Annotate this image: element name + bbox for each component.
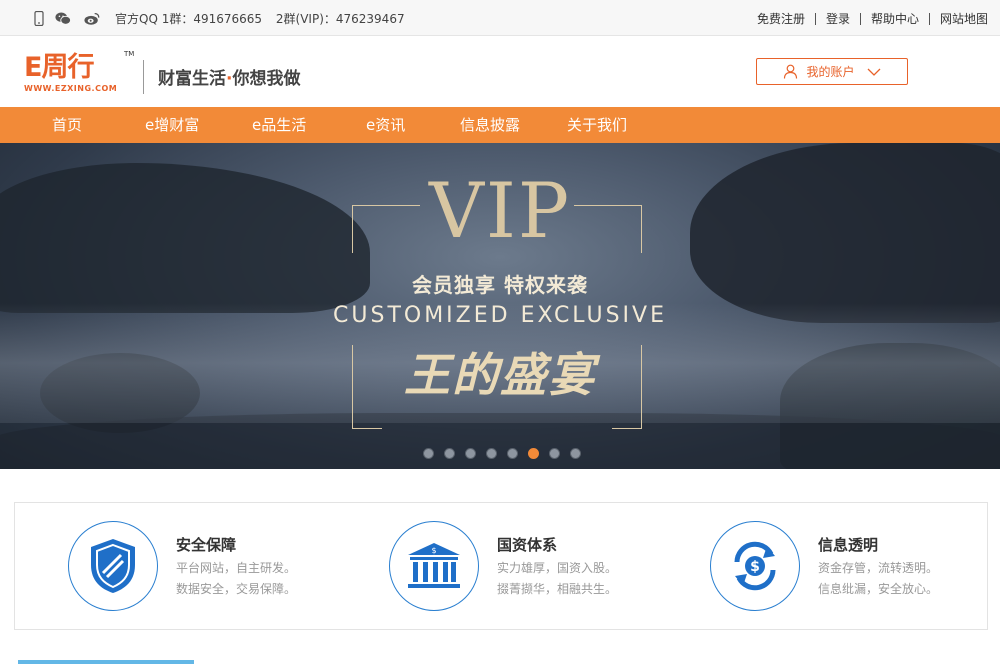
wechat-icon[interactable]: [55, 10, 71, 26]
banner-vip: VIP: [428, 166, 572, 255]
feature-desc: 资金存管，流转透明。: [818, 561, 939, 575]
divider: [814, 12, 816, 25]
feature-desc: 数据安全，交易保障。: [176, 582, 297, 596]
top-bar: 官方QQ 1群：491676665 2群(VIP)：476239467 免费注册…: [0, 0, 1000, 36]
help-center-link[interactable]: 帮助中心: [871, 10, 919, 27]
carousel-dot[interactable]: [570, 448, 581, 459]
logo[interactable]: E周行 TM WWW.EZXING.COM: [24, 50, 134, 98]
feature-title: 安全保障: [176, 536, 237, 554]
frame-line: [352, 428, 382, 429]
bank-icon: $: [389, 521, 479, 611]
nav-wealth[interactable]: e增财富: [145, 107, 199, 143]
carousel-dot[interactable]: [549, 448, 560, 459]
features-panel: 安全保障 平台网站，自主研发。 数据安全，交易保障。 $ 国资体系 实力雄厚，国…: [14, 502, 988, 630]
user-icon: [783, 64, 798, 79]
qq-group-1: 官方QQ 1群：491676665: [115, 12, 263, 26]
frame-line: [612, 428, 642, 429]
logo-trademark: TM: [124, 50, 135, 58]
nav-news[interactable]: e资讯: [366, 107, 405, 143]
logo-url: WWW.EZXING.COM: [24, 84, 118, 93]
banner-english: CUSTOMIZED EXCLUSIVE: [333, 303, 667, 328]
slogan: 财富生活·你想我做: [158, 64, 300, 89]
logo-divider: [143, 60, 144, 94]
feature-desc: 实力雄厚，国资入股。: [497, 561, 618, 575]
banner-tagline: 会员独享 特权来袭: [412, 273, 588, 297]
chevron-down-icon: [867, 68, 881, 76]
section-accent-bar: [18, 660, 194, 664]
feature-desc: 信息纰漏，安全放心。: [818, 582, 939, 596]
weibo-icon[interactable]: [84, 10, 100, 26]
svg-text:$: $: [750, 559, 760, 575]
nav-home[interactable]: 首页: [52, 107, 82, 143]
top-links: 免费注册 登录 帮助中心 网站地图: [757, 10, 988, 27]
nav-life[interactable]: e品生活: [252, 107, 306, 143]
slogan-right: 你想我做: [232, 69, 301, 89]
my-account-label: 我的账户: [806, 65, 855, 79]
sitemap-link[interactable]: 网站地图: [940, 10, 988, 27]
header: E周行 TM WWW.EZXING.COM 财富生活·你想我做 我的账户: [0, 36, 1000, 107]
mobile-icon[interactable]: [31, 10, 47, 26]
frame-line: [641, 205, 642, 253]
register-link[interactable]: 免费注册: [757, 10, 805, 27]
feature-transparency: $ 信息透明 资金存管，流转透明。 信息纰漏，安全放心。: [710, 503, 980, 631]
feature-security: 安全保障 平台网站，自主研发。 数据安全，交易保障。: [68, 503, 368, 631]
nav-disclosure[interactable]: 信息披露: [460, 107, 520, 143]
shield-icon: [68, 521, 158, 611]
carousel-dot[interactable]: [486, 448, 497, 459]
carousel-dot[interactable]: [423, 448, 434, 459]
my-account-button[interactable]: 我的账户: [756, 58, 908, 85]
carousel-dots: [423, 448, 581, 459]
slogan-left: 财富生活: [158, 69, 226, 89]
money-cycle-icon: $: [710, 521, 800, 611]
divider: [859, 12, 861, 25]
main-nav: 首页 e增财富 e品生活 e资讯 信息披露 关于我们: [0, 107, 1000, 143]
feature-desc: 掇菁撷华，相融共生。: [497, 582, 618, 596]
feature-state-capital: $ 国资体系 实力雄厚，国资入股。 掇菁撷华，相融共生。: [389, 503, 689, 631]
carousel-dot[interactable]: [444, 448, 455, 459]
svg-text:$: $: [431, 546, 436, 555]
carousel-dot[interactable]: [507, 448, 518, 459]
banner-calligraphy: 王的盛宴: [404, 348, 596, 402]
feature-desc: 平台网站，自主研发。: [176, 561, 297, 575]
feature-title: 国资体系: [497, 536, 558, 554]
frame-line: [352, 205, 353, 253]
hero-banner[interactable]: VIP 会员独享 特权来袭 CUSTOMIZED EXCLUSIVE 王的盛宴: [0, 143, 1000, 469]
carousel-dot[interactable]: [465, 448, 476, 459]
frame-line: [574, 205, 642, 206]
divider: [928, 12, 930, 25]
feature-title: 信息透明: [818, 536, 879, 554]
login-link[interactable]: 登录: [826, 10, 850, 27]
qq-groups: 官方QQ 1群：491676665 2群(VIP)：476239467: [115, 10, 415, 27]
frame-line: [352, 205, 420, 206]
logo-mark: E周行: [24, 52, 94, 83]
carousel-dot[interactable]: [528, 448, 539, 459]
nav-about[interactable]: 关于我们: [567, 107, 627, 143]
qq-group-vip: 2群(VIP)：476239467: [275, 12, 405, 26]
